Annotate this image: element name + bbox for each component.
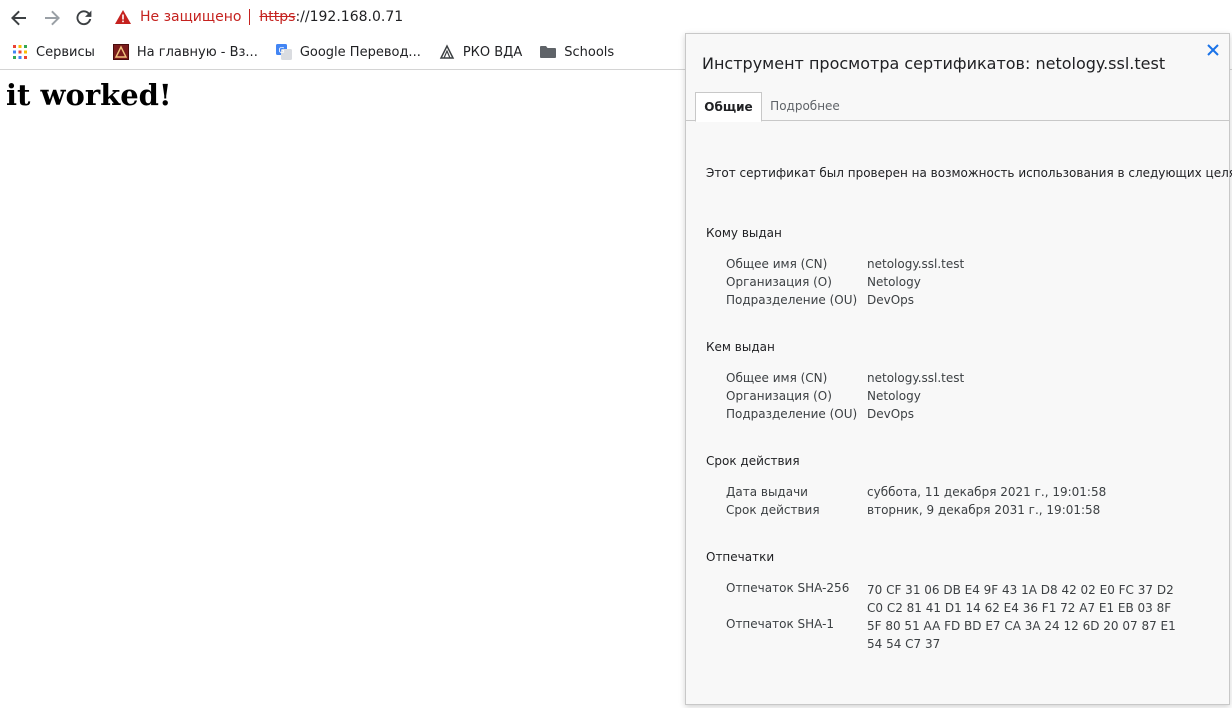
field-label: Организация (O) — [726, 389, 832, 403]
issued-by-o-row: Организация (O) Netology — [726, 389, 1206, 407]
google-translate-icon: G — [275, 44, 292, 60]
arrow-right-icon — [45, 10, 60, 26]
bookmark-label: Schools — [564, 44, 615, 60]
bookmark-label: Сервисы — [36, 44, 95, 60]
url-scheme: https — [259, 9, 296, 25]
bookmark-rko-vda[interactable]: РКО ВДА — [433, 40, 528, 64]
bookmark-services[interactable]: Сервисы — [6, 40, 101, 64]
issue-date-row: Дата выдачи суббота, 11 декабря 2021 г.,… — [726, 485, 1206, 503]
certificate-viewer-dialog: Инструмент просмотра сертификатов: netol… — [685, 33, 1232, 705]
reload-button[interactable] — [73, 7, 95, 29]
issued-to-o-row: Организация (O) Netology — [726, 275, 1206, 293]
expiry-date-row: Срок действия вторник, 9 декабря 2031 г.… — [726, 503, 1206, 521]
security-status-label[interactable]: Не защищено — [140, 9, 241, 25]
field-label: Организация (O) — [726, 275, 832, 289]
field-label: Срок действия — [726, 503, 820, 517]
arrow-left-icon — [11, 10, 26, 26]
site-favicon — [439, 44, 455, 60]
field-value: Netology — [867, 389, 921, 403]
fingerprint-line: C0 C2 81 41 D1 14 62 E4 36 F1 72 A7 E1 E… — [867, 601, 1172, 615]
field-value: суббота, 11 декабря 2021 г., 19:01:58 — [867, 485, 1107, 499]
tab-general[interactable]: Общие — [695, 92, 762, 122]
validity-title: Срок действия — [706, 454, 800, 468]
back-button[interactable] — [8, 7, 30, 29]
field-value: вторник, 9 декабря 2031 г., 19:01:58 — [867, 503, 1101, 517]
fingerprints-title: Отпечатки — [706, 550, 775, 564]
site-favicon — [112, 44, 129, 60]
bookmark-home[interactable]: На главную - Вз... — [107, 40, 264, 64]
address-separator — [249, 9, 251, 25]
page-heading: it worked! — [6, 78, 172, 112]
forward-button[interactable] — [41, 7, 63, 29]
bookmark-google-translate[interactable]: G Google Перевод... — [270, 40, 427, 64]
address-bar[interactable]: Не защищено https://192.168.0.71 — [114, 6, 403, 28]
fingerprint-line: 54 54 C7 37 — [867, 637, 941, 651]
issued-to-title: Кому выдан — [706, 226, 782, 240]
field-value: DevOps — [867, 407, 915, 421]
fingerprint-line: 70 CF 31 06 DB E4 9F 43 1A D8 42 02 E0 F… — [867, 583, 1174, 597]
warning-icon[interactable] — [114, 8, 132, 26]
url-host: ://192.168.0.71 — [295, 9, 404, 25]
field-value: Netology — [867, 275, 921, 289]
bookmark-label: РКО ВДА — [462, 44, 523, 60]
bookmark-folder-schools[interactable]: Schools — [534, 40, 620, 64]
field-label: Дата выдачи — [726, 485, 808, 499]
issued-by-ou-row: Подразделение (OU) DevOps — [726, 407, 1206, 425]
issued-by-cn-row: Общее имя (CN) netology.ssl.test — [726, 371, 1206, 389]
field-label: Отпечаток SHA-256 — [726, 581, 850, 595]
field-label: Подразделение (OU) — [726, 293, 858, 307]
fingerprint-line: 5F 80 51 AA FD BD E7 CA 3A 24 12 6D 20 0… — [867, 619, 1176, 633]
field-label: Общее имя (CN) — [726, 371, 828, 385]
field-value: 70 CF 31 06 DB E4 9F 43 1A D8 42 02 E0 F… — [867, 581, 1174, 617]
field-label: Отпечаток SHA-1 — [726, 617, 835, 631]
reload-icon — [76, 10, 92, 26]
dialog-tabs: Общие Подробнее — [686, 90, 1229, 122]
browser-toolbar: Не защищено https://192.168.0.71 — [0, 0, 1232, 34]
tab-details[interactable]: Подробнее — [764, 92, 846, 119]
apps-grid-icon — [12, 44, 28, 60]
field-label: Общее имя (CN) — [726, 257, 828, 271]
bookmark-label: На главную - Вз... — [136, 44, 258, 60]
field-value: DevOps — [867, 293, 915, 307]
issued-by-title: Кем выдан — [706, 340, 775, 354]
folder-icon — [540, 44, 557, 60]
field-label: Подразделение (OU) — [726, 407, 858, 421]
dialog-title: Инструмент просмотра сертификатов: netol… — [702, 54, 1166, 73]
purpose-text: Этот сертификат был проверен на возможно… — [706, 166, 1232, 180]
bookmark-label: Google Перевод... — [299, 44, 421, 60]
svg-text:G: G — [278, 46, 284, 55]
field-value: 5F 80 51 AA FD BD E7 CA 3A 24 12 6D 20 0… — [867, 617, 1176, 653]
field-value: netology.ssl.test — [867, 371, 965, 385]
issued-to-cn-row: Общее имя (CN) netology.ssl.test — [726, 257, 1206, 275]
issued-to-ou-row: Подразделение (OU) DevOps — [726, 293, 1206, 311]
close-icon — [1207, 44, 1219, 56]
close-button[interactable] — [1205, 42, 1221, 58]
field-value: netology.ssl.test — [867, 257, 965, 271]
